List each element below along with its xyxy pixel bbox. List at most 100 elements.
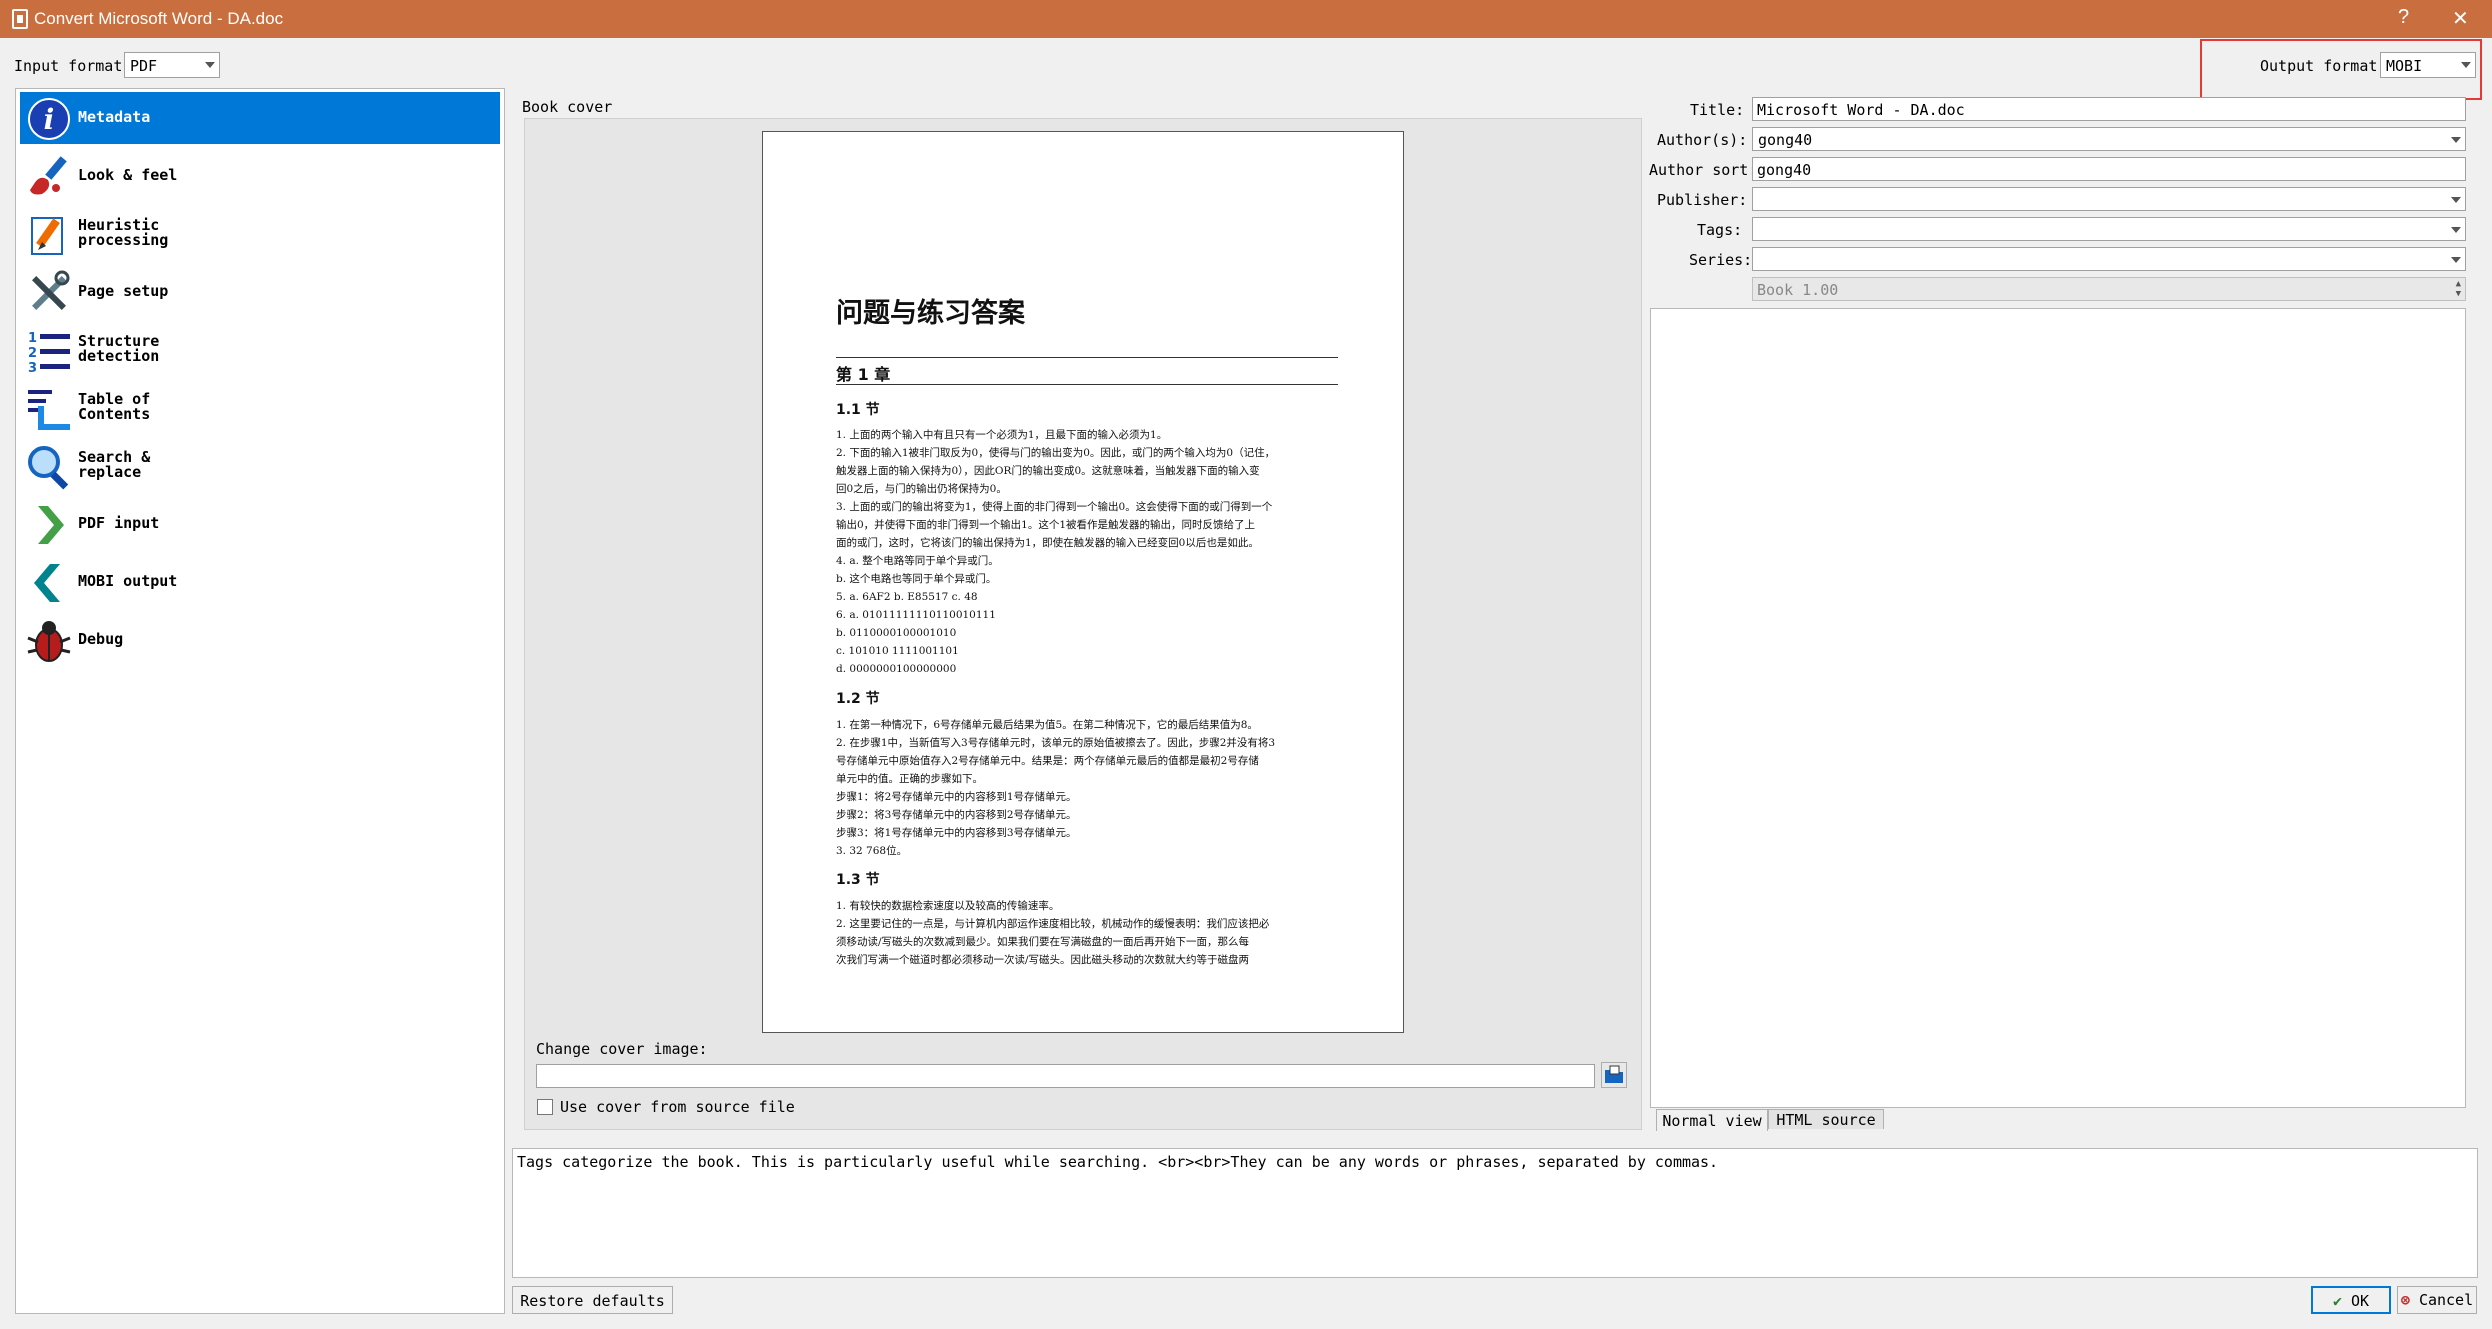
cover-line: 4. a. 整个电路等同于单个异或门。 bbox=[836, 555, 999, 567]
tab-normal-label: Normal view bbox=[1662, 1112, 1762, 1130]
window-title-bar: Convert Microsoft Word - DA.doc ? ✕ bbox=[0, 0, 2492, 38]
browse-cover-button[interactable] bbox=[1601, 1062, 1627, 1088]
tab-html-source[interactable]: HTML source bbox=[1768, 1109, 1884, 1129]
sidebar-item-search-replace[interactable]: Search & replace bbox=[20, 440, 500, 492]
authors-combo[interactable]: gong40 bbox=[1752, 127, 2466, 151]
sidebar-item-debug[interactable]: Debug bbox=[20, 614, 500, 666]
divider bbox=[836, 357, 1338, 358]
spin-arrows-icon: ▲ ▼ bbox=[2455, 279, 2461, 299]
sidebar: i Metadata Look & feel Heuristic process… bbox=[15, 88, 505, 1314]
sidebar-item-look-feel[interactable]: Look & feel bbox=[20, 150, 500, 202]
cover-section-1: 1.1 节 bbox=[836, 402, 880, 418]
ok-label: OK bbox=[2351, 1292, 2370, 1310]
tab-normal-view[interactable]: Normal view bbox=[1656, 1109, 1768, 1131]
magnifier-icon bbox=[28, 446, 69, 490]
cover-section-2: 1.2 节 bbox=[836, 691, 880, 707]
cover-line: 号存储单元中原始值存入2号存储单元中。结果是：两个存储单元最后的值都是最初2号存… bbox=[836, 755, 1259, 767]
window-title: Convert Microsoft Word - DA.doc bbox=[34, 9, 284, 28]
sidebar-item-mobi-output[interactable]: MOBI output bbox=[20, 556, 500, 608]
paintbrush-icon bbox=[30, 156, 67, 195]
use-cover-checkbox[interactable] bbox=[537, 1099, 553, 1115]
restore-defaults-label: Restore defaults bbox=[520, 1292, 665, 1310]
help-text-box: Tags categorize the book. This is partic… bbox=[512, 1148, 2478, 1278]
cancel-button[interactable]: ⊗ Cancel bbox=[2397, 1286, 2477, 1314]
cover-line: 回0之后，与门的输出仍将保持为0。 bbox=[836, 483, 1007, 495]
chevron-down-icon bbox=[205, 62, 215, 68]
book-cover-label: Book cover bbox=[522, 98, 613, 116]
chevron-right-icon bbox=[38, 506, 64, 544]
app-icon bbox=[12, 9, 28, 29]
cover-doc-title: 问题与练习答案 bbox=[836, 298, 1025, 329]
sidebar-item-toc[interactable]: Table of Contents bbox=[20, 382, 500, 434]
cover-line: b. 这个电路也等同于单个异或门。 bbox=[836, 573, 997, 585]
series-index-spinbox[interactable]: Book 1.00 ▲ ▼ bbox=[1752, 277, 2466, 301]
cover-line: 输出0，并使得下面的非门得到一个输出1。这个1被看作是触发器的输出，同时反馈给了… bbox=[836, 519, 1256, 531]
restore-defaults-button[interactable]: Restore defaults bbox=[512, 1286, 673, 1314]
series-label: Series: bbox=[1689, 251, 1753, 269]
chevron-down-icon bbox=[2451, 197, 2461, 203]
cover-line: d. 0000000100000000 bbox=[836, 663, 957, 675]
cover-chapter: 第 1 章 bbox=[836, 365, 891, 384]
tools-icon bbox=[32, 270, 70, 310]
sidebar-item-heuristic[interactable]: Heuristic processing bbox=[20, 208, 500, 260]
cover-line: 次我们写满一个磁道时都必须移动一次读/写磁头。因此磁头移动的次数就大约等于磁盘两 bbox=[836, 954, 1250, 966]
cover-line: 2. 在步骤1中，当新值写入3号存储单元时，该单元的原始值被擦去了。因此，步骤2… bbox=[836, 737, 1276, 749]
bug-icon bbox=[27, 621, 71, 662]
author-sort-input[interactable]: gong40 bbox=[1752, 157, 2466, 181]
cover-line: 6. a. 01011111110110010111 bbox=[836, 609, 996, 621]
sidebar-item-label: MOBI output bbox=[78, 572, 178, 590]
close-button[interactable]: ✕ bbox=[2452, 6, 2469, 31]
sidebar-item-label: Metadata bbox=[78, 108, 151, 126]
cover-line: 触发器上面的输入保持为0），因此OR门的输出变成0。这就意味着，当触发器下面的输… bbox=[836, 465, 1260, 477]
info-icon: i bbox=[28, 98, 70, 140]
sidebar-item-page-setup[interactable]: Page setup bbox=[20, 266, 500, 318]
ok-button[interactable]: ✔ OK bbox=[2311, 1286, 2391, 1314]
series-combo[interactable] bbox=[1752, 247, 2466, 271]
tags-combo[interactable] bbox=[1752, 217, 2466, 241]
tab-html-label: HTML source bbox=[1776, 1111, 1876, 1129]
cover-line: 1. 上面的两个输入中有且只有一个必须为1，且最下面的输入必须为1。 bbox=[836, 429, 1168, 441]
chevron-left-icon bbox=[34, 564, 60, 602]
sidebar-item-structure[interactable]: 1 2 3 Structure detection bbox=[20, 324, 500, 376]
cover-line: 单元中的值。正确的步骤如下。 bbox=[836, 773, 983, 785]
cover-line: 面的或门，这时，它将该门的输出保持为1，即使在触发器的输入已经变回0以后也是如此… bbox=[836, 537, 1259, 549]
title-input[interactable]: Microsoft Word - DA.doc bbox=[1752, 97, 2466, 121]
toc-icon bbox=[28, 390, 70, 430]
svg-text:3: 3 bbox=[28, 361, 37, 374]
cover-line: 1. 有较快的数据检索速度以及较高的传输速率。 bbox=[836, 900, 1060, 912]
series-index-value: Book 1.00 bbox=[1757, 281, 1839, 299]
cover-line: 步骤1：将2号存储单元中的内容移到1号存储单元。 bbox=[836, 791, 1077, 803]
use-cover-label: Use cover from source file bbox=[560, 1098, 795, 1116]
publisher-label: Publisher: bbox=[1657, 191, 1748, 209]
sidebar-item-label: PDF input bbox=[78, 514, 160, 532]
author-sort-label: Author sort: bbox=[1649, 161, 1758, 179]
tags-label: Tags: bbox=[1697, 221, 1743, 239]
sidebar-item-label: processing bbox=[78, 231, 169, 249]
cancel-label: Cancel bbox=[2418, 1291, 2474, 1309]
authors-value: gong40 bbox=[1758, 131, 1813, 149]
chevron-down-icon bbox=[2451, 227, 2461, 233]
cover-line: 2. 这里要记住的一点是，与计算机内部运作速度相比较，机械动作的缓慢表明：我们应… bbox=[836, 918, 1270, 930]
svg-text:1: 1 bbox=[28, 331, 37, 346]
checkmark-icon: ✔ bbox=[2332, 1292, 2342, 1310]
pencil-icon bbox=[31, 217, 63, 255]
input-format-value: PDF bbox=[130, 57, 158, 75]
sidebar-item-label: Page setup bbox=[78, 282, 169, 300]
cover-path-input[interactable] bbox=[536, 1064, 1595, 1088]
help-button[interactable]: ? bbox=[2398, 6, 2409, 29]
output-format-select[interactable]: MOBI bbox=[2380, 52, 2476, 78]
cover-line: 须移动读/写磁头的次数减到最少。如果我们要在写满磁盘的一面后再开始下一面，那么每 bbox=[836, 936, 1250, 948]
sidebar-item-label: Look & feel bbox=[78, 166, 178, 184]
publisher-combo[interactable] bbox=[1752, 187, 2466, 211]
cover-line: 3. 上面的或门的输出将变为1，使得上面的非门得到一个输出0。这会使得下面的或门… bbox=[836, 501, 1273, 513]
sidebar-item-pdf-input[interactable]: PDF input bbox=[20, 498, 500, 550]
cover-line: 步骤3：将1号存储单元中的内容移到3号存储单元。 bbox=[836, 827, 1077, 839]
input-format-select[interactable]: PDF bbox=[124, 52, 220, 78]
comments-editor[interactable] bbox=[1650, 308, 2466, 1108]
change-cover-label: Change cover image: bbox=[536, 1040, 708, 1058]
sidebar-item-label: Contents bbox=[78, 405, 151, 423]
title-label: Title: bbox=[1690, 101, 1745, 119]
chevron-down-icon bbox=[2461, 62, 2471, 68]
cancel-icon: ⊗ bbox=[2400, 1291, 2410, 1309]
sidebar-item-metadata[interactable]: i Metadata bbox=[20, 92, 500, 144]
